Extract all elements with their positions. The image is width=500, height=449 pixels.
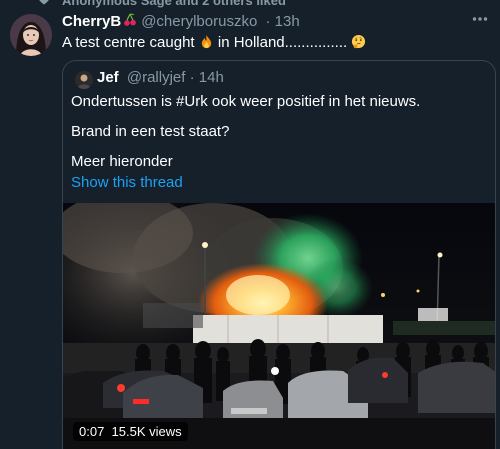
video-frame (63, 203, 495, 449)
social-context-text: Anonymous Sage and 2 others liked (62, 0, 286, 8)
show-thread-link[interactable]: Show this thread (71, 174, 183, 191)
quoted-author-handle[interactable]: @rallyjef (127, 69, 186, 86)
quoted-author-avatar[interactable] (75, 71, 93, 89)
quoted-tweet-header: Jef @rallyjef · 14h (97, 69, 224, 86)
quoted-text-line-3: Meer hieronder (71, 153, 173, 170)
video-player[interactable]: 0:07 15.5K views (63, 203, 495, 449)
tweet-text-part-1: A test centre caught (62, 34, 199, 51)
quoted-tweet-card[interactable]: Jef @rallyjef · 14h Ondertussen is #Urk … (62, 60, 496, 449)
tweet-text: A test centre caught in Holland.........… (62, 34, 366, 51)
quoted-time-separator: · (189, 69, 195, 86)
quoted-text-line-1: Ondertussen is #Urk ook weer positief in… (71, 93, 421, 110)
fire-emoji-icon (201, 34, 211, 49)
tweet-time[interactable]: 13h (275, 13, 300, 30)
quoted-author-name[interactable]: Jef (97, 69, 119, 86)
video-stats-badge: 0:07 15.5K views (73, 422, 188, 441)
quoted-tweet-time[interactable]: 14h (199, 69, 224, 86)
author-name[interactable]: CherryB (62, 13, 121, 30)
author-avatar[interactable] (10, 14, 52, 56)
quoted-text-line-2: Brand in een test staat? (71, 123, 230, 140)
video-views: 15.5K views (111, 424, 182, 439)
author-handle[interactable]: @cherylboruszko (141, 13, 257, 30)
cherry-icon (124, 13, 137, 26)
video-duration: 0:07 (79, 424, 105, 439)
heart-icon (39, 0, 49, 5)
thinking-emoji-icon (352, 34, 366, 49)
tweet-text-part-2: in Holland............... (213, 34, 352, 51)
more-options-icon[interactable] (472, 14, 488, 24)
author-avatar-image (10, 14, 52, 56)
social-context-bar[interactable]: Anonymous Sage and 2 others liked (0, 0, 500, 10)
time-separator: · (265, 13, 271, 30)
tweet-header: CherryB @cherylboruszko · 13h (62, 13, 300, 30)
quoted-avatar-image (75, 71, 93, 89)
